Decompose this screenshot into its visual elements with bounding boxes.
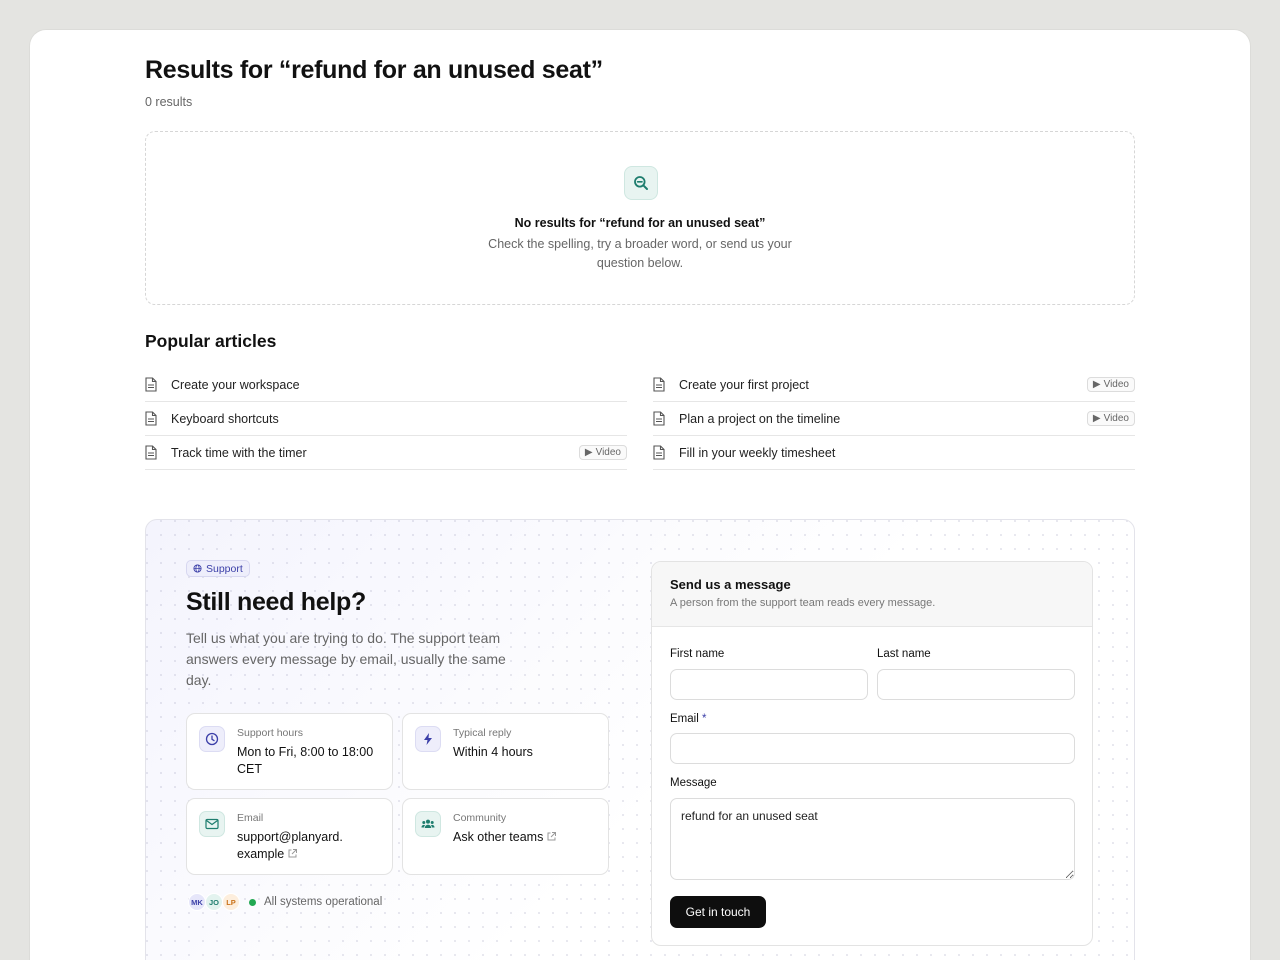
play-icon: ▶	[584, 447, 593, 458]
get-in-touch-button[interactable]: Get in touch	[670, 896, 766, 928]
first-name-label: First name	[670, 648, 725, 660]
document-icon	[145, 444, 159, 461]
video-badge: ▶ Video	[578, 445, 627, 460]
form-header: Send us a message A person from the supp…	[652, 562, 1092, 627]
empty-state-title: No results for “refund for an unused sea…	[514, 216, 766, 230]
articles-column-right: Create your first project ▶ Video Plan a …	[653, 368, 1135, 470]
empty-state-description: Check the spelling, try a broader word, …	[488, 237, 792, 270]
people-icon	[415, 811, 441, 837]
message-label: Message	[670, 777, 717, 789]
articles-column-left: Create your workspace Keyboard shortcuts…	[145, 368, 627, 470]
page-title: Results for “refund for an unused seat”	[145, 56, 603, 84]
empty-state: No results for “refund for an unused sea…	[145, 131, 1135, 305]
support-hours-card: Support hours Mon to Fri, 8:00 to 18:00 …	[186, 713, 393, 790]
support-heading: Still need help?	[186, 588, 366, 616]
result-count: 0 results	[145, 95, 193, 109]
search-zoom-out-icon	[624, 166, 658, 200]
article-link[interactable]: Keyboard shortcuts	[145, 402, 627, 436]
community-card: Community Ask other teams	[402, 798, 609, 875]
article-link[interactable]: Create your workspace	[145, 368, 627, 402]
document-icon	[653, 444, 667, 461]
email-field[interactable]	[670, 733, 1075, 764]
play-icon: ▶	[1092, 379, 1101, 390]
support-email-link[interactable]: support@planyard. example	[237, 829, 382, 863]
play-icon: ▶	[1092, 413, 1101, 424]
contact-form: Send us a message A person from the supp…	[651, 561, 1093, 946]
last-name-label: Last name	[877, 648, 931, 660]
required-marker: *	[701, 713, 707, 725]
article-title: Fill in your weekly timesheet	[679, 445, 836, 460]
avatar: JO	[205, 893, 223, 911]
card-label: Email	[237, 812, 264, 824]
app-window: Results for “refund for an unused seat” …	[30, 30, 1250, 960]
article-title: Keyboard shortcuts	[171, 411, 279, 426]
article-title: Create your first project	[679, 377, 809, 392]
article-link[interactable]: Plan a project on the timeline ▶ Video	[653, 402, 1135, 436]
document-icon	[145, 410, 159, 427]
card-label: Support hours	[237, 727, 303, 739]
video-badge: ▶ Video	[1086, 377, 1135, 392]
email-label: Email *	[670, 713, 707, 725]
form-subtitle: A person from the support team reads eve…	[670, 597, 936, 609]
external-link-icon	[547, 832, 557, 841]
email-card: Email support@planyard. example	[186, 798, 393, 875]
avatar: LP	[222, 893, 240, 911]
card-label: Community	[453, 812, 507, 824]
clock-icon	[199, 726, 225, 752]
support-badge: Support	[186, 560, 250, 577]
last-name-field[interactable]	[877, 669, 1075, 700]
bolt-icon	[415, 726, 441, 752]
document-icon	[653, 410, 667, 427]
document-icon	[653, 376, 667, 393]
article-title: Create your workspace	[171, 377, 300, 392]
mail-icon	[199, 811, 225, 837]
globe-icon	[193, 564, 202, 573]
card-value: Within 4 hours	[453, 745, 533, 759]
form-title: Send us a message	[670, 577, 791, 592]
document-icon	[145, 376, 159, 393]
support-description: Tell us what you are trying to do. The s…	[186, 630, 506, 688]
external-link-icon	[288, 849, 298, 858]
team-avatars: MK JO LP All systems operational	[188, 893, 382, 911]
article-link[interactable]: Create your first project ▶ Video	[653, 368, 1135, 402]
card-label: Typical reply	[453, 727, 512, 739]
avatar: MK	[188, 893, 206, 911]
card-value: Mon to Fri, 8:00 to 18:00 CET	[237, 745, 374, 776]
article-link[interactable]: Fill in your weekly timesheet	[653, 436, 1135, 470]
message-field[interactable]: refund for an unused seat	[670, 798, 1075, 880]
first-name-field[interactable]	[670, 669, 868, 700]
article-title: Track time with the timer	[171, 445, 307, 460]
article-link[interactable]: Track time with the timer ▶ Video	[145, 436, 627, 470]
status-indicator	[249, 898, 256, 906]
system-status: All systems operational	[264, 896, 383, 908]
article-title: Plan a project on the timeline	[679, 411, 841, 426]
support-section: Support Still need help? Tell us what yo…	[145, 519, 1135, 960]
typical-reply-card: Typical reply Within 4 hours	[402, 713, 609, 790]
popular-articles-heading: Popular articles	[145, 331, 277, 351]
community-link[interactable]: Ask other teams	[453, 829, 598, 846]
video-badge: ▶ Video	[1086, 411, 1135, 426]
